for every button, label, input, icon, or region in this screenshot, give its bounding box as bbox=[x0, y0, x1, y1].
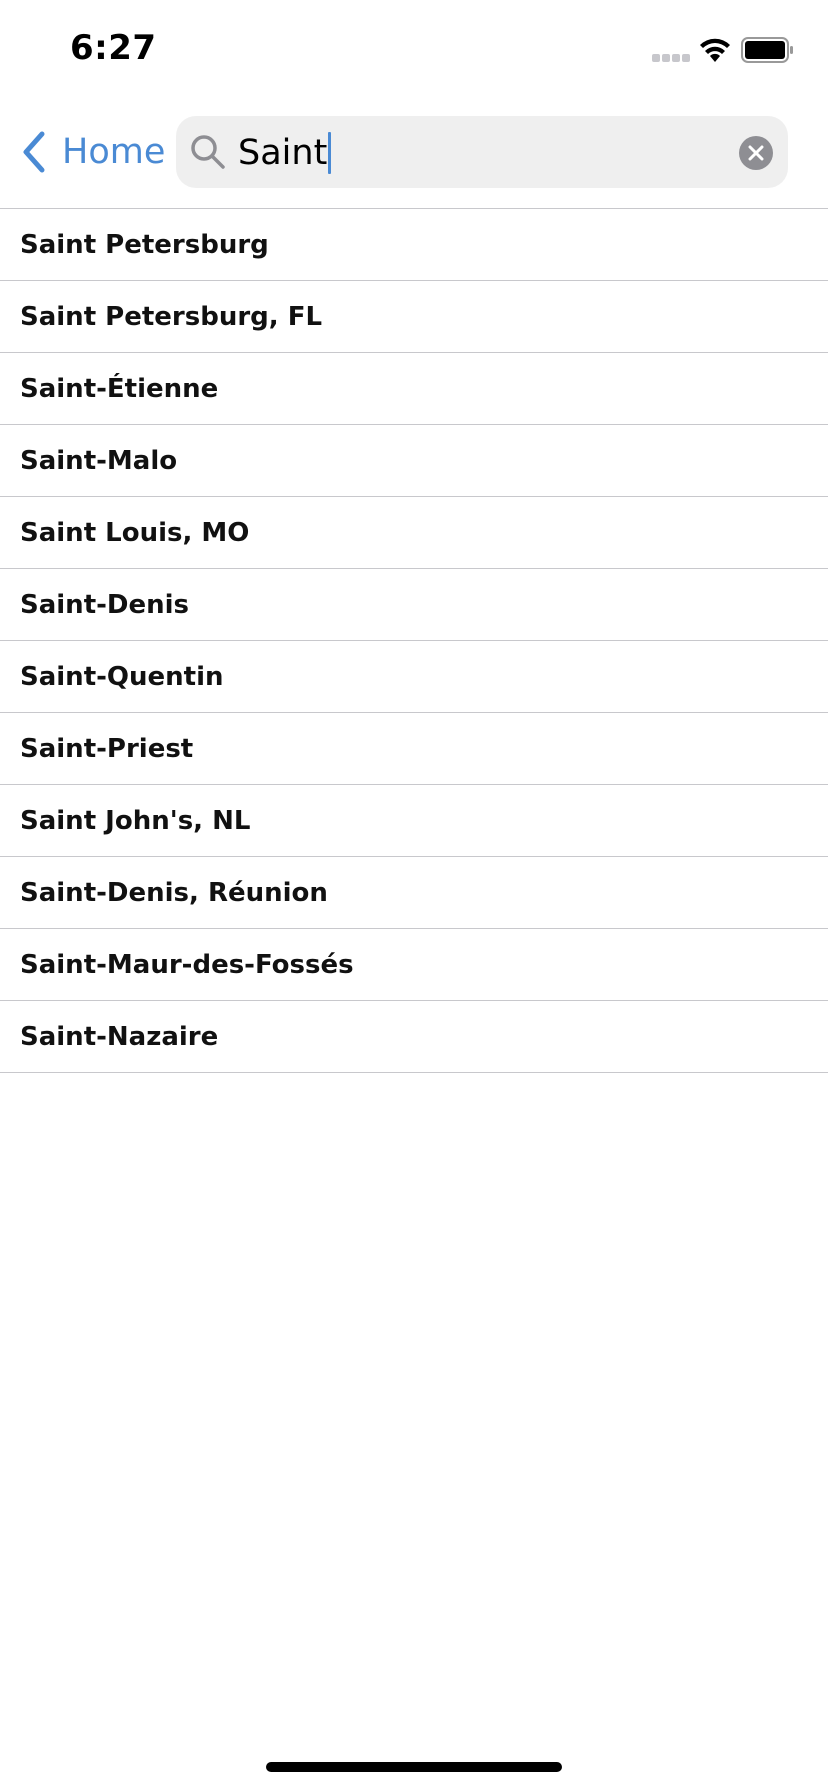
list-item[interactable]: Saint-Denis bbox=[0, 569, 828, 641]
list-item[interactable]: Saint John's, NL bbox=[0, 785, 828, 857]
home-indicator[interactable] bbox=[266, 1762, 562, 1772]
list-item[interactable]: Saint Louis, MO bbox=[0, 497, 828, 569]
clear-circle-icon[interactable] bbox=[739, 136, 773, 170]
back-button[interactable]: Home bbox=[20, 128, 165, 176]
battery-icon bbox=[741, 37, 793, 63]
list-item[interactable]: Saint-Maur-des-Fossés bbox=[0, 929, 828, 1001]
list-item[interactable]: Saint-Denis, Réunion bbox=[0, 857, 828, 929]
list-item[interactable]: Saint-Malo bbox=[0, 425, 828, 497]
search-field[interactable]: Saint bbox=[176, 116, 788, 188]
search-icon bbox=[191, 135, 225, 169]
search-input[interactable]: Saint bbox=[238, 132, 332, 174]
signal-dots-icon bbox=[652, 54, 690, 62]
list-item[interactable]: Saint Petersburg bbox=[0, 209, 828, 281]
back-button-label: Home bbox=[62, 132, 166, 172]
search-input-value: Saint bbox=[238, 133, 328, 173]
wifi-icon bbox=[700, 38, 730, 62]
list-item[interactable]: Saint-Étienne bbox=[0, 353, 828, 425]
list-item[interactable]: Saint-Priest bbox=[0, 713, 828, 785]
list-item[interactable]: Saint-Quentin bbox=[0, 641, 828, 713]
text-caret bbox=[328, 132, 332, 174]
results-list: Saint Petersburg Saint Petersburg, FL Sa… bbox=[0, 208, 828, 1073]
status-time: 6:27 bbox=[70, 28, 157, 68]
list-item[interactable]: Saint-Nazaire bbox=[0, 1001, 828, 1073]
list-item[interactable]: Saint Petersburg, FL bbox=[0, 281, 828, 353]
status-bar: 6:27 bbox=[0, 0, 828, 100]
chevron-left-icon bbox=[23, 131, 45, 173]
navigation-bar: Home Saint bbox=[0, 100, 828, 208]
